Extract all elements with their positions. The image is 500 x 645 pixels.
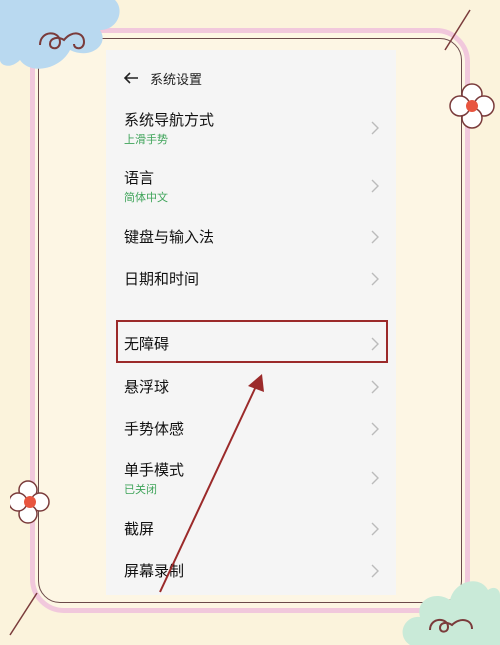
annotation-arrow [159,374,264,593]
